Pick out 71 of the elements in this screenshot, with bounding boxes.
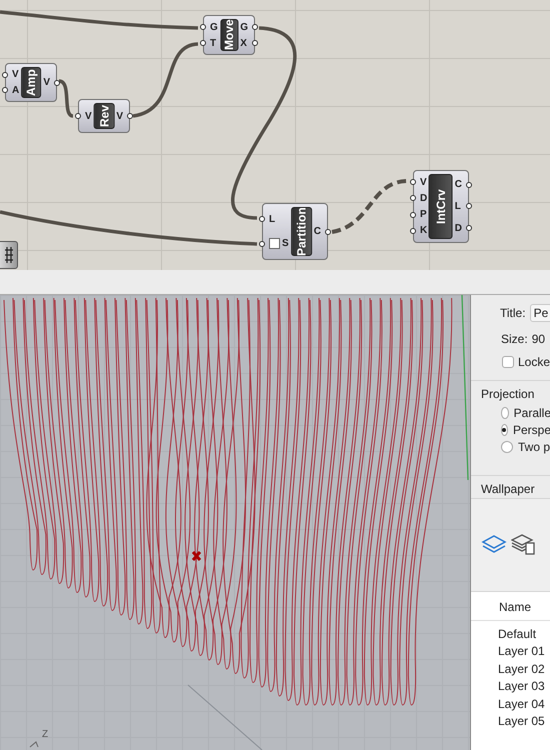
input-label: V: [420, 176, 427, 188]
input-connector[interactable]: [410, 179, 416, 186]
title-field[interactable]: Pe: [530, 304, 550, 322]
input-label: L: [269, 214, 276, 225]
output-label: C: [454, 179, 462, 190]
input-connector[interactable]: [259, 240, 265, 247]
input-connector[interactable]: [200, 40, 206, 46]
input-label: P: [420, 209, 427, 220]
output-connector[interactable]: [127, 113, 133, 119]
output-label: D: [454, 222, 462, 234]
stacked-sheets-icon: [511, 533, 537, 557]
output-label: X: [240, 38, 247, 48]
input-connector[interactable]: [410, 212, 416, 218]
output-connector[interactable]: [54, 80, 60, 86]
input-connector[interactable]: [2, 87, 8, 94]
component-label: Partition: [290, 207, 312, 256]
output-label: L: [454, 200, 461, 212]
layer-name[interactable]: Layer 05: [498, 714, 545, 728]
component-node[interactable]: L S Partition C: [262, 203, 328, 260]
section-heading: Projection: [481, 387, 534, 401]
input-label: T: [210, 38, 216, 48]
output-label: V: [43, 77, 50, 88]
input-label: D: [420, 192, 428, 204]
output-connector[interactable]: [466, 182, 472, 188]
size-label: Size:: [501, 332, 528, 346]
radio-label: Two p: [518, 440, 550, 454]
layer-name[interactable]: Layer 02: [498, 662, 545, 676]
input-connector[interactable]: [75, 113, 81, 119]
locked-label: Locke: [518, 355, 550, 369]
layer-name[interactable]: Layer 04: [498, 696, 545, 711]
point-marker-icon: [192, 550, 202, 562]
component-label: IntCrv: [429, 174, 453, 239]
input-label: S: [282, 238, 289, 250]
layer-name[interactable]: Layer 03: [498, 679, 545, 694]
output-connector[interactable]: [466, 225, 472, 232]
input-label: A: [12, 84, 20, 96]
input-label: G: [210, 22, 218, 32]
section-heading: Wallpaper: [481, 482, 535, 496]
axis-label: Z: [42, 729, 48, 740]
axis-gizmo-icon: [30, 741, 38, 748]
wire: [58, 79, 74, 118]
radio-button[interactable]: [501, 424, 508, 436]
component-label: Move: [220, 19, 238, 51]
locked-checkbox[interactable]: [502, 356, 514, 368]
input-label: V: [85, 110, 92, 122]
input-connector[interactable]: [259, 216, 265, 222]
title-label: Title:: [500, 306, 526, 320]
input-connector[interactable]: [410, 195, 416, 202]
layer-name[interactable]: Default: [498, 626, 536, 641]
column-header: Name: [499, 600, 532, 614]
connector-ladder-icon: [4, 246, 14, 264]
radio-button[interactable]: [501, 406, 509, 418]
radio-button[interactable]: [501, 440, 513, 452]
layer-name[interactable]: Layer 01: [498, 644, 545, 658]
input-label: K: [420, 225, 428, 236]
component-label: Amp: [21, 67, 42, 98]
materials-tab[interactable]: [511, 533, 537, 557]
output-connector[interactable]: [252, 24, 258, 30]
component-node[interactable]: V Rev V: [78, 99, 130, 133]
input-label: V: [12, 69, 19, 80]
output-connector[interactable]: [252, 40, 258, 46]
component-label: Rev: [94, 103, 114, 129]
output-label: V: [116, 110, 123, 122]
input-connector[interactable]: [410, 228, 416, 234]
input-connector[interactable]: [2, 72, 8, 78]
output-connector[interactable]: [466, 203, 472, 210]
size-value: 90: [532, 332, 546, 346]
output-label: C: [314, 226, 321, 237]
output-label: G: [240, 22, 248, 32]
output-connector[interactable]: [325, 228, 331, 234]
input-connector[interactable]: [200, 24, 206, 30]
